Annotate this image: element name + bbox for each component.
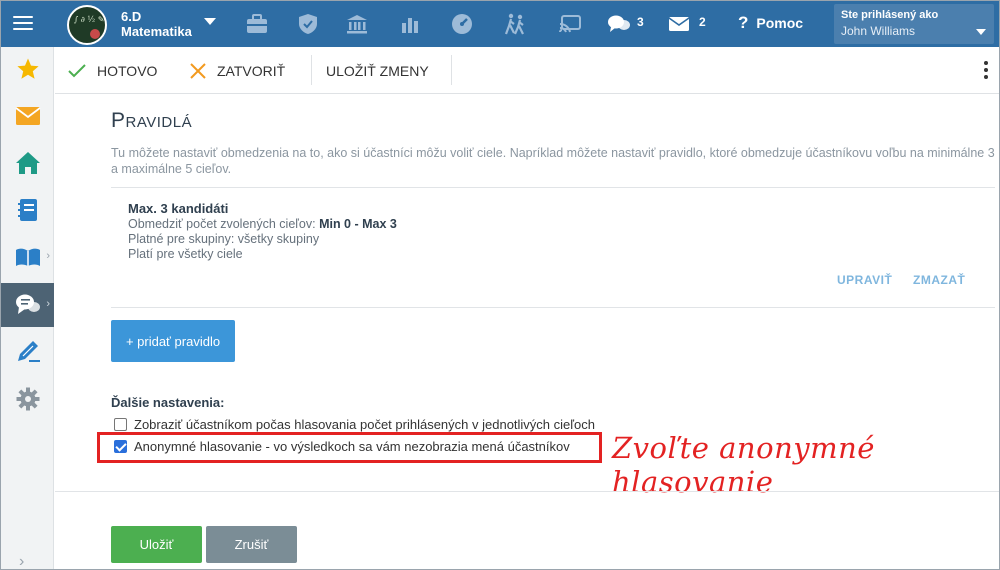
checkmark-icon — [67, 63, 87, 79]
sidebar-item-settings[interactable] — [1, 377, 54, 421]
sidebar-item-library[interactable]: › — [1, 235, 54, 279]
cast-icon[interactable] — [556, 10, 584, 38]
class-dropdown-caret-icon[interactable] — [204, 18, 216, 25]
mail-icon — [14, 107, 41, 125]
rule-targets: Platí pre všetky ciele — [128, 247, 243, 261]
rule-limit-prefix: Obmedziť počet zvolených cieľov: — [128, 217, 320, 231]
rule-limit-value: Min 0 - Max 3 — [319, 217, 397, 231]
rule-title: Max. 3 kandidáti — [128, 201, 229, 216]
chevron-right-icon: › — [46, 298, 50, 310]
done-label: HOTOVO — [97, 62, 158, 79]
question-mark-icon: ? — [738, 13, 749, 32]
sidebar: › › › — [1, 47, 54, 569]
more-options-icon[interactable] — [983, 59, 989, 81]
cancel-button[interactable]: Zrušiť — [206, 526, 297, 563]
hikers-icon[interactable] — [501, 10, 529, 38]
close-icon — [189, 62, 207, 80]
action-toolbar: HOTOVO ZATVORIŤ ULOŽIŤ ZMENY — [55, 47, 999, 94]
sidebar-expand-icon[interactable]: › — [19, 553, 24, 569]
book-icon — [15, 248, 40, 266]
user-account-dropdown[interactable]: Ste prihlásený ako John Williams — [834, 4, 994, 44]
divider — [111, 307, 995, 308]
done-button[interactable]: HOTOVO — [67, 47, 157, 94]
sidebar-item-communication[interactable]: › — [1, 283, 54, 327]
main-content: Pravidlá Tu môžete nastaviť obmedzenia n… — [55, 95, 999, 569]
briefcase-icon[interactable] — [243, 10, 271, 38]
help-label: Pomoc — [756, 15, 804, 31]
top-navigation-bar: ∫ ∂ ½ ✎ 6.D Matematika 3 2 ? Pomoc Ste p… — [1, 1, 999, 47]
sidebar-item-home[interactable] — [1, 141, 54, 185]
close-button[interactable]: ZATVORIŤ — [189, 47, 285, 94]
sidebar-item-favorites[interactable] — [1, 47, 54, 91]
add-rule-button[interactable]: + pridať pravidlo — [111, 320, 235, 362]
bank-icon[interactable] — [343, 10, 371, 38]
page-description: Tu môžete nastaviť obmedzenia na to, ako… — [111, 146, 995, 176]
shield-icon[interactable] — [294, 10, 322, 38]
speedometer-icon[interactable] — [448, 10, 476, 38]
star-icon — [16, 58, 39, 79]
pencil-icon — [17, 341, 40, 362]
rule-groups: Platné pre skupiny: všetky skupiny — [128, 232, 320, 246]
other-settings-heading: Ďalšie nastavenia: — [111, 395, 225, 410]
notebook-icon — [17, 199, 37, 221]
class-avatar[interactable]: ∫ ∂ ½ ✎ — [67, 5, 107, 45]
chat-bubbles-icon[interactable] — [605, 10, 633, 38]
page-title: Pravidlá — [111, 109, 193, 132]
sidebar-item-notebook[interactable] — [1, 188, 54, 232]
sidebar-item-mail[interactable] — [1, 94, 54, 138]
hamburger-menu-icon[interactable] — [11, 11, 35, 35]
option-show-count[interactable]: Zobraziť účastníkom počas hlasovania poč… — [114, 417, 595, 432]
toolbar-divider — [311, 55, 312, 85]
save-changes-button[interactable]: ULOŽIŤ ZMENY — [326, 47, 429, 94]
toolbar-divider — [451, 55, 452, 85]
sidebar-item-assignments[interactable] — [1, 330, 54, 374]
class-subject: Matematika — [121, 24, 192, 39]
logged-in-as-label: Ste prihlásený ako — [841, 9, 939, 21]
chevron-right-icon: › — [46, 250, 50, 262]
delete-rule-link[interactable]: ZMAZAŤ — [913, 273, 965, 287]
save-changes-label: ULOŽIŤ ZMENY — [326, 62, 429, 79]
class-grade: 6.D — [121, 9, 142, 24]
messages-count-badge: 3 — [637, 15, 644, 29]
highlight-annotation-box — [97, 432, 602, 463]
edit-rule-link[interactable]: UPRAVIŤ — [837, 273, 892, 287]
close-label: ZATVORIŤ — [217, 62, 286, 79]
avatar-badge — [90, 29, 100, 39]
annotation-callout: Zvoľte anonymné hlasovanie — [612, 431, 875, 499]
show-count-checkbox[interactable] — [114, 418, 127, 431]
bar-chart-icon[interactable] — [396, 10, 424, 38]
home-icon — [15, 152, 40, 174]
chalkboard-scribble: ∫ ∂ ½ ✎ — [74, 15, 105, 24]
divider — [55, 491, 999, 492]
gear-icon — [16, 387, 39, 411]
show-count-label: Zobraziť účastníkom počas hlasovania poč… — [134, 417, 596, 432]
envelope-icon[interactable] — [665, 10, 693, 38]
rule-limit: Obmedziť počet zvolených cieľov: Min 0 -… — [128, 217, 397, 231]
user-dropdown-caret-icon — [976, 29, 986, 35]
help-button[interactable]: ? Pomoc — [738, 13, 803, 33]
mail-count-badge: 2 — [699, 15, 706, 29]
divider — [111, 187, 995, 188]
user-name: John Williams — [841, 24, 916, 38]
chat-icon — [15, 294, 40, 314]
save-button[interactable]: Uložiť — [111, 526, 202, 563]
class-selector[interactable]: 6.D Matematika — [121, 9, 192, 39]
app-window: ∫ ∂ ½ ✎ 6.D Matematika 3 2 ? Pomoc Ste p… — [0, 0, 1000, 570]
